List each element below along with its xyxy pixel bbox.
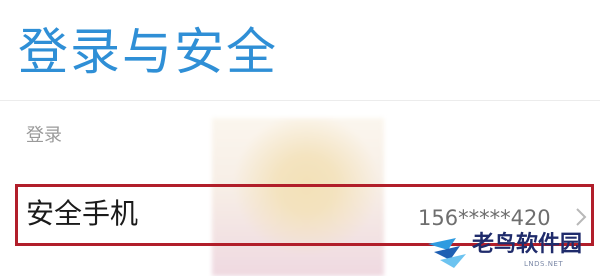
chevron-right-icon	[576, 208, 587, 226]
page-title: 登录与安全	[18, 23, 278, 81]
watermark: 老鸟软件园 LNDS.NET	[420, 230, 600, 276]
watermark-subtext: LNDS.NET	[524, 260, 564, 268]
secure-phone-value: 156*****420	[418, 206, 551, 230]
secure-phone-label: 安全手机	[26, 197, 139, 230]
watermark-text: 老鸟软件园	[472, 232, 583, 257]
section-label-login: 登录	[26, 125, 62, 146]
header-divider	[0, 100, 600, 101]
bird-logo-icon	[428, 238, 466, 268]
